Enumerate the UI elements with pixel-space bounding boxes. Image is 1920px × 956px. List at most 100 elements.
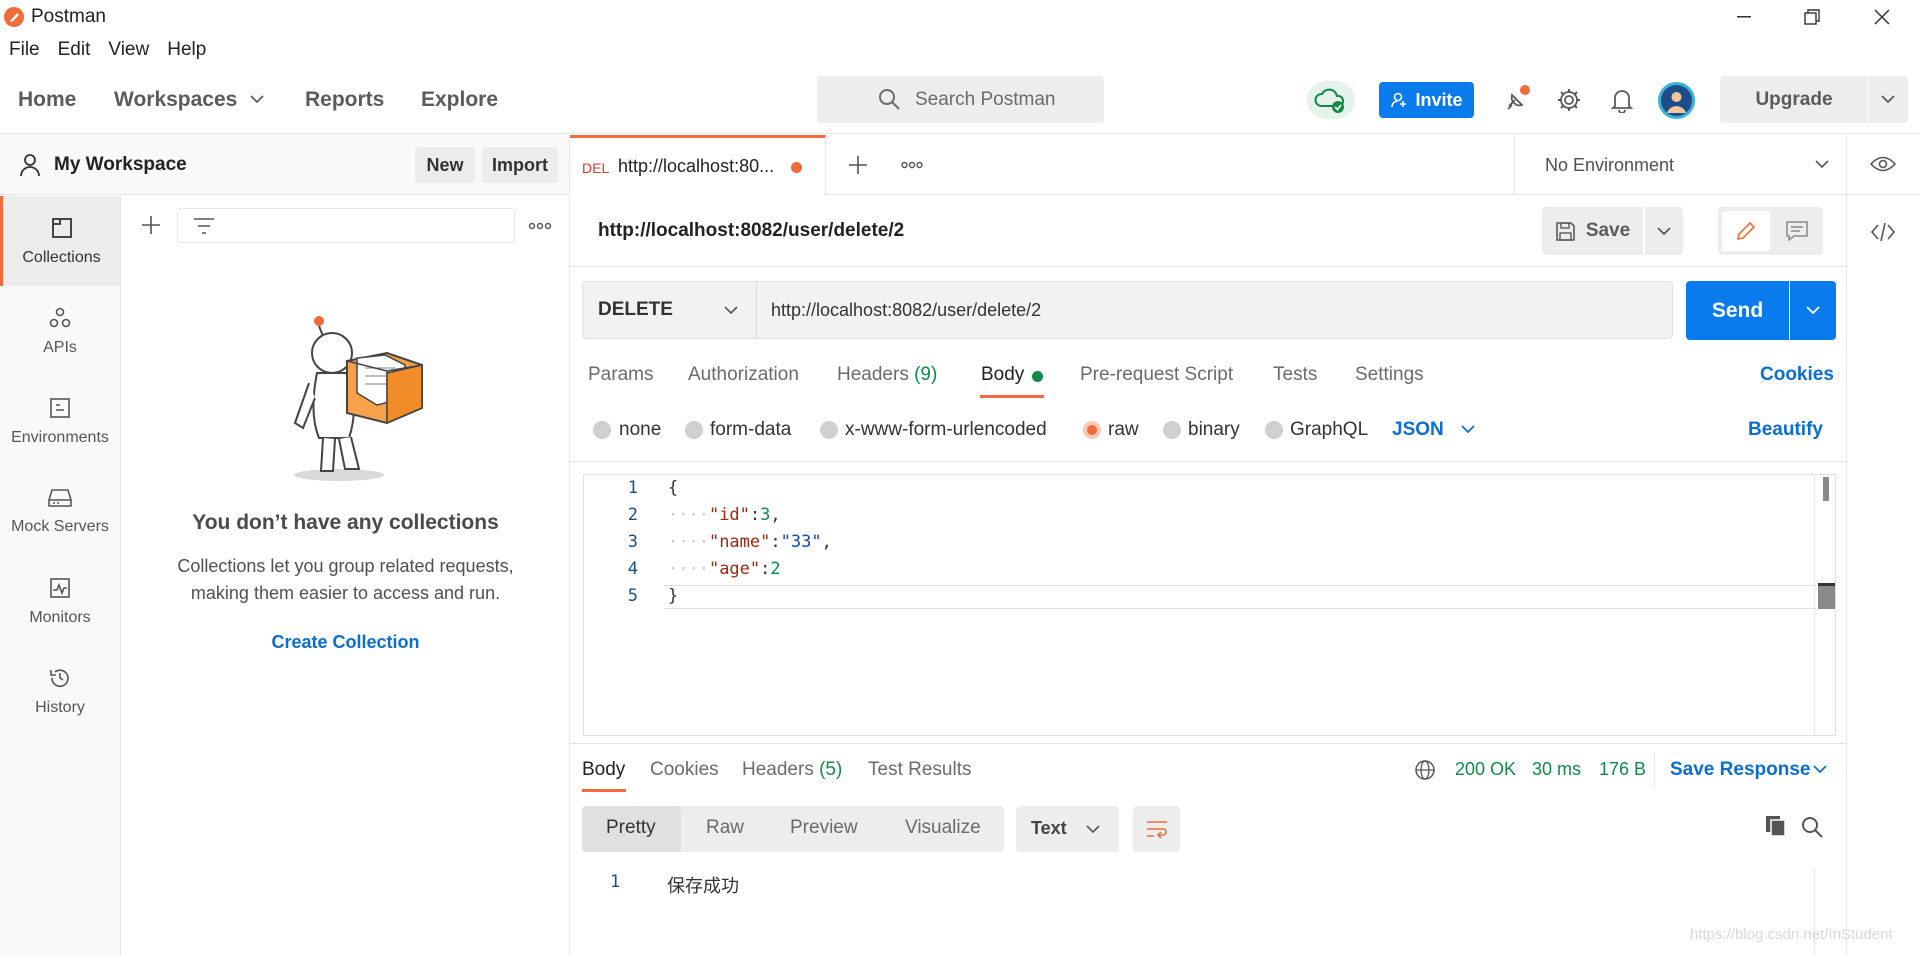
code-icon[interactable] [1870,221,1896,243]
line-number: 4 [627,559,638,579]
view-pretty-label[interactable]: Pretty [606,817,656,839]
response-tab-body[interactable]: Body [582,759,625,781]
tab-params[interactable]: Params [588,364,653,386]
wrap-lines-button[interactable] [1133,806,1180,852]
radio-urlencoded[interactable] [820,421,838,439]
sidebar-item-collections[interactable]: Collections [0,196,120,286]
response-time[interactable]: 30 ms [1532,759,1581,780]
cookies-link[interactable]: Cookies [1760,364,1834,386]
create-collection-link[interactable]: Create Collection [121,632,570,653]
response-tab-cookies[interactable]: Cookies [650,759,719,781]
import-button[interactable]: Import [482,147,558,183]
menu-help[interactable]: Help [158,36,215,64]
sidebar-item-history[interactable]: History [0,646,120,736]
send-button[interactable]: Send [1686,281,1789,340]
sidebar-item-label: Environments [11,428,109,446]
sidebar-item-mock-servers[interactable]: Mock Servers [0,466,120,556]
response-tab-test-results[interactable]: Test Results [868,759,971,781]
menu-edit[interactable]: Edit [49,36,100,64]
sidebar-item-apis[interactable]: APIs [0,286,120,376]
search-icon[interactable] [1800,815,1824,839]
tab-authorization[interactable]: Authorization [688,364,799,386]
more-tabs-icon[interactable] [901,161,923,169]
more-options-icon[interactable] [528,222,552,230]
restore-button[interactable] [1782,0,1842,34]
radio-binary[interactable] [1163,421,1181,439]
workspace-name[interactable]: My Workspace [54,154,187,176]
radio-binary-label[interactable]: binary [1188,419,1240,441]
radio-form-data-label[interactable]: form-data [710,419,791,441]
divider [1846,135,1847,196]
save-options-button[interactable] [1645,207,1683,255]
nav-explore[interactable]: Explore [421,88,498,112]
invite-button[interactable]: Invite [1379,82,1474,118]
chevron-down-icon[interactable] [1881,95,1895,104]
request-name[interactable]: http://localhost:8082/user/delete/2 [598,220,904,242]
chevron-down-icon[interactable] [1815,160,1829,169]
nav-workspaces[interactable]: Workspaces [114,88,237,112]
menu-file[interactable]: File [0,36,49,64]
scrollbar-thumb[interactable] [1823,477,1829,501]
url-text[interactable]: http://localhost:8082/user/delete/2 [771,300,1041,321]
radio-form-data[interactable] [685,421,703,439]
globe-icon[interactable] [1414,759,1436,781]
chevron-down-icon[interactable] [1813,765,1827,774]
environment-select[interactable]: No Environment [1545,155,1674,176]
satellite-icon[interactable] [1503,84,1533,114]
save-response-button[interactable]: Save Response [1670,759,1810,781]
nav-reports[interactable]: Reports [305,88,384,112]
chevron-down-icon[interactable] [250,95,264,104]
response-tab-headers[interactable]: Headers (5) [742,759,842,781]
gear-icon[interactable] [1556,87,1582,113]
new-tab-icon[interactable] [848,155,868,175]
new-button[interactable]: New [415,147,475,183]
bell-icon[interactable] [1610,87,1634,113]
tab-body[interactable]: Body [981,364,1024,386]
chevron-down-icon[interactable] [724,306,738,315]
response-format-label[interactable]: Text [1031,818,1067,839]
method-label[interactable]: DELETE [598,299,673,321]
collections-filter-input[interactable] [177,208,515,243]
tab-title[interactable]: http://localhost:80... [618,156,774,177]
radio-graphql-label[interactable]: GraphQL [1290,419,1368,441]
response-size[interactable]: 176 B [1599,759,1646,780]
response-status[interactable]: 200 OK [1455,759,1516,780]
tab-tests[interactable]: Tests [1273,364,1317,386]
environments-icon [50,397,70,418]
chevron-down-icon[interactable] [1086,825,1100,834]
edit-mode-button[interactable] [1722,211,1770,251]
avatar[interactable] [1658,82,1695,119]
eye-icon[interactable] [1870,155,1896,173]
radio-none-label[interactable]: none [619,419,661,441]
sync-status-button[interactable] [1307,81,1355,119]
view-raw-button[interactable]: Raw [706,817,744,839]
beautify-link[interactable]: Beautify [1748,419,1823,441]
tab-settings[interactable]: Settings [1355,364,1424,386]
view-preview-button[interactable]: Preview [790,817,858,839]
tab-pre-request-script[interactable]: Pre-request Script [1080,364,1233,386]
radio-raw[interactable] [1083,421,1101,439]
view-visualize-button[interactable]: Visualize [905,817,981,839]
response-body-text: 保存成功 [667,876,739,897]
sidebar-item-environments[interactable]: Environments [0,376,120,466]
raw-format-select[interactable]: JSON [1392,419,1444,441]
radio-raw-label[interactable]: raw [1108,419,1139,441]
radio-graphql[interactable] [1265,421,1283,439]
upgrade-label[interactable]: Upgrade [1720,76,1868,123]
send-options-button[interactable] [1790,281,1836,340]
minimize-button[interactable] [1714,0,1774,34]
postman-logo-icon [4,7,24,27]
nav-home[interactable]: Home [18,88,76,112]
chevron-down-icon[interactable] [1461,425,1475,434]
close-window-button[interactable] [1852,0,1912,34]
radio-none[interactable] [593,421,611,439]
sidebar-item-monitors[interactable]: Monitors [0,556,120,646]
tab-headers[interactable]: Headers (9) [837,364,937,386]
save-button[interactable]: Save [1542,207,1643,255]
comments-button[interactable] [1773,211,1821,251]
copy-icon[interactable] [1764,814,1788,838]
line-number: 2 [627,505,638,525]
add-icon[interactable] [141,215,161,235]
radio-urlencoded-label[interactable]: x-www-form-urlencoded [845,419,1047,441]
menu-view[interactable]: View [99,36,158,64]
